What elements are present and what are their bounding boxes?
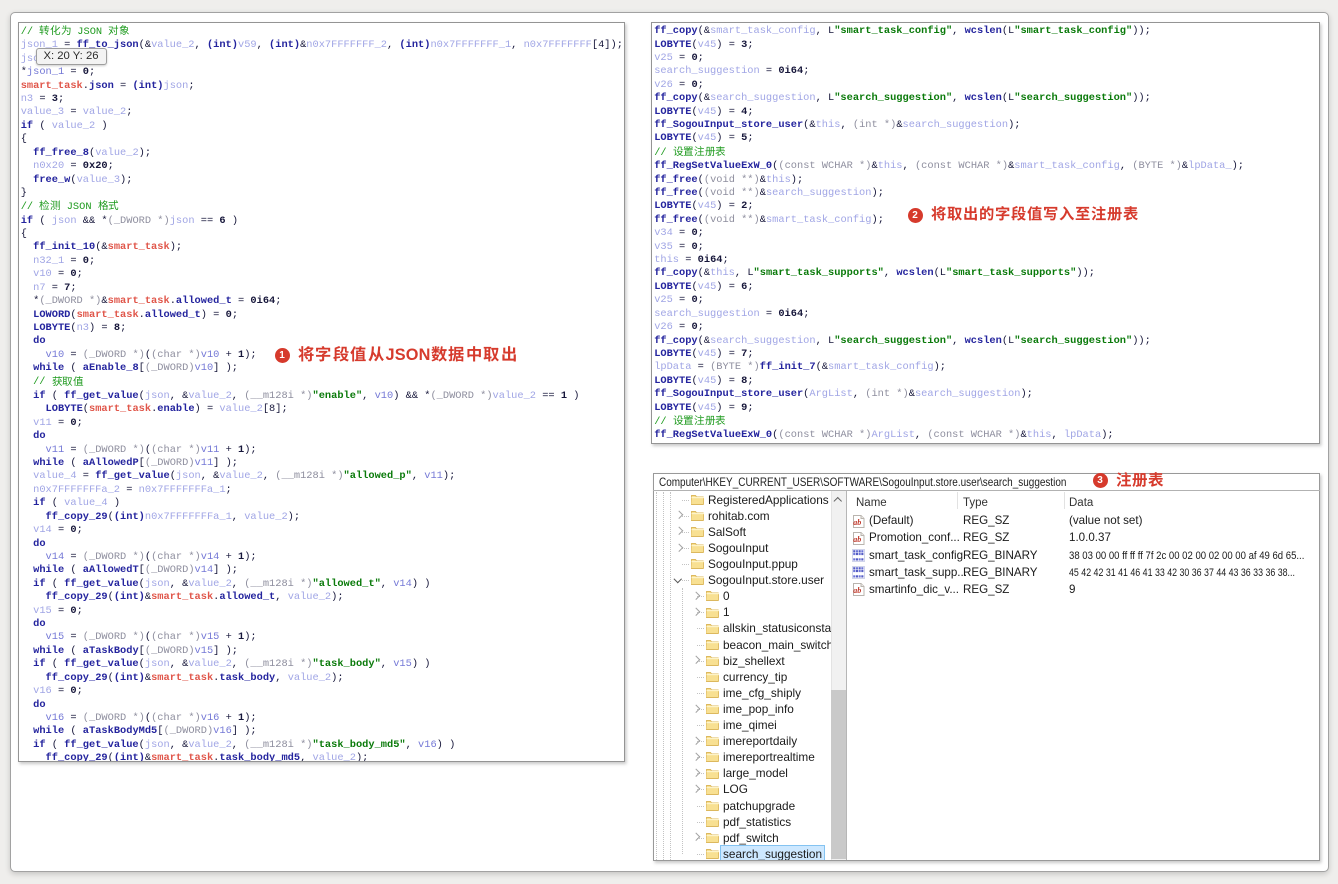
svg-text:ab: ab: [853, 586, 861, 595]
svg-text:ab: ab: [853, 518, 861, 527]
svg-text:ab: ab: [853, 535, 861, 544]
